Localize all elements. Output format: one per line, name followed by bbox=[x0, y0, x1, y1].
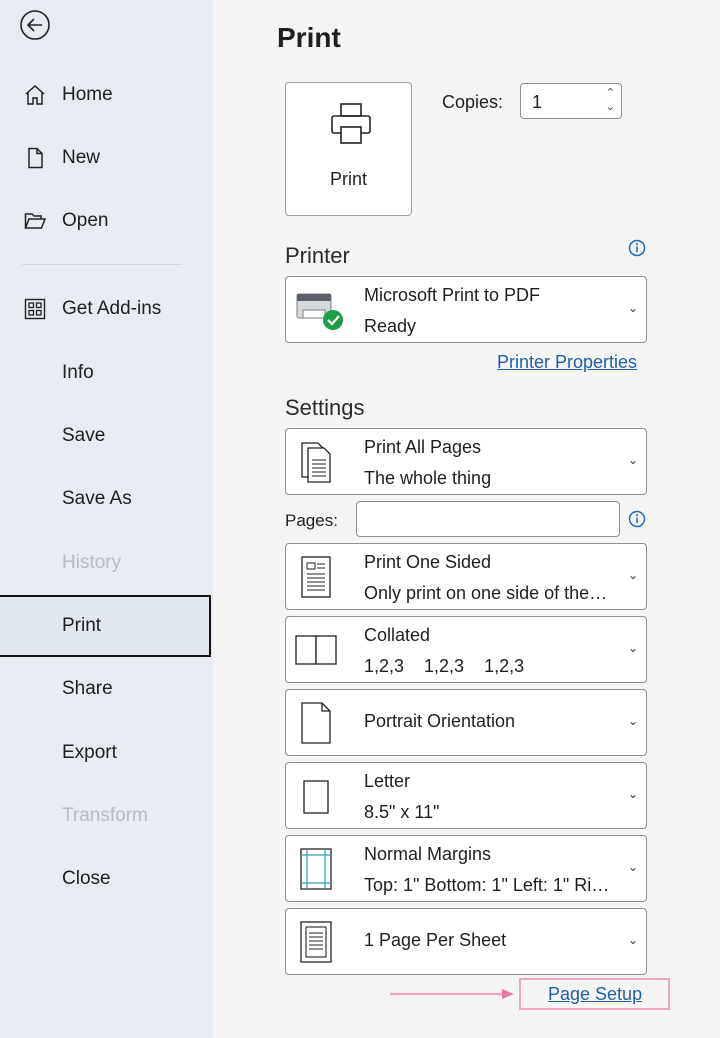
new-document-icon bbox=[22, 145, 48, 171]
pages-per-sheet-icon bbox=[296, 920, 336, 964]
pages-per-sheet-title: 1 Page Per Sheet bbox=[364, 930, 507, 950]
print-button[interactable]: Print bbox=[285, 82, 412, 216]
nav-get-add-ins-label: Get Add-ins bbox=[62, 298, 162, 319]
nav-history: History bbox=[0, 535, 213, 591]
chevron-down-icon: ⌄ bbox=[627, 714, 638, 728]
sides-desc: Only print on one side of the… bbox=[364, 583, 608, 603]
paper-size-icon bbox=[296, 774, 336, 818]
chevron-down-icon: ⌄ bbox=[627, 568, 638, 582]
page-setup-link[interactable]: Page Setup bbox=[548, 984, 642, 1005]
copies-stepper[interactable]: 1 ⌃ ⌄ bbox=[520, 83, 622, 119]
printer-ready-icon bbox=[292, 288, 346, 332]
chevron-down-icon: ⌄ bbox=[627, 301, 638, 315]
printer-properties-link[interactable]: Printer Properties bbox=[497, 352, 637, 373]
nav-save-label: Save bbox=[62, 425, 106, 446]
nav-transform-label: Transform bbox=[62, 805, 148, 826]
margins-dropdown[interactable]: Normal Margins Top: 1" Bottom: 1" Left: … bbox=[285, 835, 647, 902]
nav-open-label: Open bbox=[62, 210, 109, 231]
add-ins-grid-icon bbox=[22, 296, 48, 322]
collation-dropdown[interactable]: Collated 1,2,3 1,2,3 1,2,3 ⌄ bbox=[285, 616, 647, 683]
nav-get-add-ins[interactable]: Get Add-ins bbox=[0, 281, 213, 337]
nav-save-as-label: Save As bbox=[62, 488, 132, 509]
back-button[interactable] bbox=[18, 8, 52, 42]
nav-close[interactable]: Close bbox=[0, 851, 213, 907]
nav-new[interactable]: New bbox=[0, 130, 213, 186]
pages-input[interactable] bbox=[356, 501, 620, 537]
nav-share[interactable]: Share bbox=[0, 661, 213, 717]
print-button-label: Print bbox=[329, 169, 367, 189]
chevron-down-icon: ⌄ bbox=[627, 641, 638, 655]
home-icon bbox=[22, 82, 48, 108]
nav-new-label: New bbox=[62, 147, 101, 168]
chevron-down-icon: ⌄ bbox=[627, 933, 638, 947]
pointer-arrow-icon bbox=[390, 989, 514, 999]
collation-title: Collated bbox=[364, 625, 431, 645]
nav-print-label: Print bbox=[62, 615, 102, 636]
nav-export[interactable]: Export bbox=[0, 725, 213, 781]
chevron-down-icon: ⌄ bbox=[627, 860, 638, 874]
pages-icon bbox=[296, 440, 336, 484]
nav-info[interactable]: Info bbox=[0, 345, 213, 401]
folder-open-icon bbox=[22, 208, 48, 234]
printer-dropdown[interactable]: Microsoft Print to PDF Ready ⌄ bbox=[285, 276, 647, 343]
copies-value: 1 bbox=[532, 92, 543, 112]
margins-desc: Top: 1" Bottom: 1" Left: 1" Ri… bbox=[364, 875, 610, 895]
nav-share-label: Share bbox=[62, 678, 113, 699]
print-range-desc: The whole thing bbox=[364, 468, 492, 488]
margins-icon bbox=[296, 847, 336, 891]
copies-label: Copies: bbox=[442, 92, 504, 112]
nav-info-label: Info bbox=[62, 362, 94, 383]
paper-size-desc: 8.5" x 11" bbox=[364, 802, 440, 822]
sides-dropdown[interactable]: Print One Sided Only print on one side o… bbox=[285, 543, 647, 610]
back-arrow-icon bbox=[20, 10, 50, 40]
margins-title: Normal Margins bbox=[364, 844, 492, 864]
info-icon[interactable] bbox=[628, 510, 646, 528]
settings-heading: Settings bbox=[285, 395, 365, 420]
orientation-dropdown[interactable]: Portrait Orientation ⌄ bbox=[285, 689, 647, 756]
sidebar-divider bbox=[22, 264, 182, 265]
sides-title: Print One Sided bbox=[364, 552, 492, 572]
chevron-down-icon: ⌄ bbox=[627, 787, 638, 801]
chevron-up-icon[interactable]: ⌃ bbox=[606, 87, 615, 99]
nav-history-label: History bbox=[62, 552, 122, 573]
print-pane: Print Print Copies: 1 ⌃ ⌄ Printer Micros… bbox=[213, 0, 720, 1038]
chevron-down-icon: ⌄ bbox=[627, 453, 638, 467]
collated-icon bbox=[292, 628, 342, 672]
printer-heading: Printer bbox=[285, 243, 350, 268]
paper-size-dropdown[interactable]: Letter 8.5" x 11" ⌄ bbox=[285, 762, 647, 829]
copies-spin-buttons[interactable]: ⌃ ⌄ bbox=[606, 86, 615, 114]
nav-export-label: Export bbox=[62, 742, 117, 763]
page-title: Print bbox=[277, 22, 341, 53]
nav-transform: Transform bbox=[0, 788, 213, 844]
nav-home-label: Home bbox=[62, 84, 113, 105]
nav-close-label: Close bbox=[62, 868, 111, 889]
nav-save-as[interactable]: Save As bbox=[0, 471, 213, 527]
backstage-sidebar: Home New Open Get Add-ins Info Save Save… bbox=[0, 0, 213, 1038]
nav-save[interactable]: Save bbox=[0, 408, 213, 464]
pages-per-sheet-dropdown[interactable]: 1 Page Per Sheet ⌄ bbox=[285, 908, 647, 975]
portrait-icon bbox=[296, 701, 336, 745]
chevron-down-icon[interactable]: ⌄ bbox=[606, 101, 615, 113]
print-range-title: Print All Pages bbox=[364, 437, 482, 457]
nav-home[interactable]: Home bbox=[0, 67, 213, 123]
nav-open[interactable]: Open bbox=[0, 193, 213, 249]
pages-label: Pages: bbox=[285, 511, 338, 530]
paper-size-title: Letter bbox=[364, 771, 411, 791]
printer-name: Microsoft Print to PDF bbox=[364, 285, 541, 305]
printer-icon bbox=[331, 103, 371, 144]
collation-desc: 1,2,3 1,2,3 1,2,3 bbox=[364, 656, 525, 676]
one-sided-icon bbox=[296, 555, 336, 599]
print-range-dropdown[interactable]: Print All Pages The whole thing ⌄ bbox=[285, 428, 647, 495]
printer-status: Ready bbox=[364, 316, 417, 336]
nav-print[interactable]: Print bbox=[0, 595, 211, 657]
orientation-title: Portrait Orientation bbox=[364, 711, 516, 731]
info-icon[interactable] bbox=[628, 239, 646, 257]
